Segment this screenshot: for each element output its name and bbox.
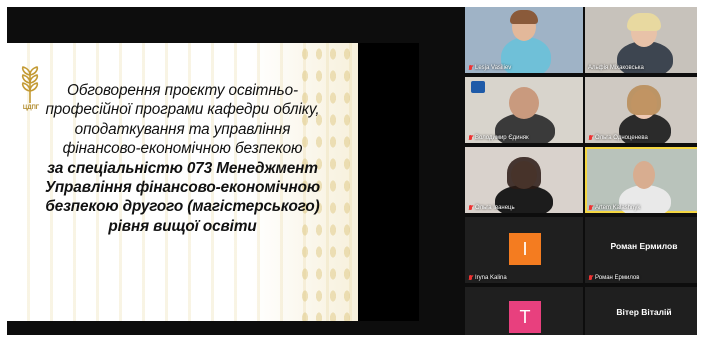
participant-hair <box>507 157 541 189</box>
slide-line: фінансово-економічною безпекою <box>62 140 303 158</box>
muted-mic-icon <box>468 65 473 71</box>
participant-name: Альфія Міхаковська <box>588 65 644 71</box>
participant-hair <box>510 10 538 24</box>
slide-line: за спеціальністю 073 Менеджмент <box>47 159 318 177</box>
presentation-slide: ЦДПГ Обговорення проєкту освітньо- профе… <box>7 43 358 321</box>
participant-tile[interactable]: Роман Ермилов Роман Ермилов <box>585 217 697 283</box>
participant-tile[interactable]: I Iryna Kalina <box>465 217 583 283</box>
participant-hair <box>627 85 661 115</box>
muted-mic-icon <box>468 135 473 141</box>
participant-name: Iryna Kalina <box>468 275 507 281</box>
shared-screen[interactable]: ЦДПГ Обговорення проєкту освітньо- профе… <box>7 43 419 321</box>
participant-tile[interactable]: Вітер Віталій <box>585 287 697 335</box>
participant-name: Artem Kalashnyk <box>588 205 640 211</box>
participant-tile[interactable]: Ольга Одноценева <box>585 77 697 143</box>
participant-tile[interactable]: Ольга Іванець <box>465 147 583 213</box>
participant-tile[interactable]: T <box>465 287 583 335</box>
participant-hair <box>627 13 661 31</box>
slide-line: професійної програми кафедри обліку, <box>45 101 320 119</box>
muted-mic-icon <box>588 205 593 211</box>
participant-avatar: I <box>509 233 541 265</box>
muted-mic-icon <box>588 275 593 281</box>
slide-title: Обговорення проєкту освітньо- професійно… <box>7 81 358 236</box>
participant-tile[interactable]: Володимир Єдиняк <box>465 77 583 143</box>
participant-head <box>509 87 539 119</box>
participant-display-name: Вітер Віталій <box>616 307 672 317</box>
flag-icon <box>471 81 485 93</box>
slide-line: Обговорення проєкту освітньо- <box>67 82 298 99</box>
participant-display-name: Роман Ермилов <box>610 241 678 251</box>
muted-mic-icon <box>588 135 593 141</box>
participant-name: Ольга Одноценева <box>588 135 648 141</box>
participant-tile[interactable]: Lesja Vasiliev <box>465 7 583 73</box>
participant-name: Володимир Єдиняк <box>468 135 529 141</box>
participant-name: Роман Ермилов <box>588 275 639 281</box>
participant-name: Lesja Vasiliev <box>468 65 511 71</box>
participant-head <box>633 161 655 189</box>
slide-line: Управління фінансово-економічною <box>44 179 321 197</box>
slide-line: безпекою другого (магістерського) <box>45 198 320 216</box>
participant-tile-active-speaker[interactable]: Artem Kalashnyk <box>585 147 697 213</box>
muted-mic-icon <box>468 275 473 281</box>
participant-name: Ольга Іванець <box>468 205 515 211</box>
slide-line: рівня вищої освіти <box>108 217 257 235</box>
video-conference-window: ЦДПГ Обговорення проєкту освітньо- профе… <box>7 7 697 335</box>
participant-avatar: T <box>509 301 541 333</box>
slide-line: оподаткування та управління <box>74 120 291 138</box>
muted-mic-icon <box>468 205 473 211</box>
participant-tile[interactable]: Альфія Міхаковська <box>585 7 697 73</box>
